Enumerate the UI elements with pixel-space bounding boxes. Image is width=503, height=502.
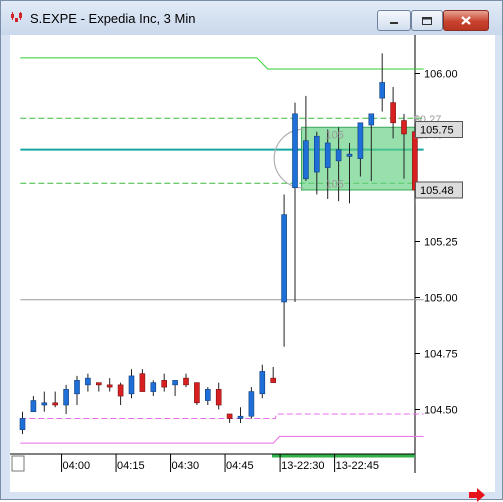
candle-body-17 (205, 389, 211, 401)
candle-body-15 (183, 377, 189, 386)
candle-body-22 (259, 371, 266, 395)
candle-body-10 (128, 375, 135, 395)
candle-body-11 (139, 373, 146, 392)
candle-body-34 (390, 102, 396, 124)
chart-window: S.EXPE - Expedia Inc, 3 Min 105105$0.27.… (0, 0, 503, 502)
candle-body-30 (346, 153, 353, 157)
candle-body-31 (357, 122, 364, 159)
candle-body-5 (74, 380, 80, 395)
x-tick-label-1: 04:15 (117, 460, 145, 472)
candle-body-29 (335, 149, 342, 162)
chart-area[interactable]: 105105$0.27.26 % 106.00105.25105.00104.7… (10, 35, 495, 502)
candlestick-chart[interactable]: 105105$0.27.26 % 106.00105.25105.00104.7… (10, 35, 495, 492)
candle-body-24 (281, 214, 287, 303)
candle-body-19 (226, 413, 233, 419)
candle-body-16 (194, 382, 200, 404)
reference-lines (20, 57, 424, 444)
candle-body-32 (368, 113, 375, 126)
pink-line (20, 435, 424, 444)
close-button[interactable] (443, 10, 489, 31)
candle-body-7 (96, 382, 102, 386)
x-tick-label-5: 13-22:45 (336, 460, 379, 472)
candles (19, 53, 418, 435)
x-tick-label-3: 04:45 (226, 460, 254, 472)
candle-body-6 (85, 377, 91, 386)
candlestick-app-icon (11, 12, 22, 22)
candle-body-14 (172, 380, 178, 386)
candle-body-20 (237, 415, 244, 419)
candle-body-12 (150, 382, 157, 392)
candle-body-27 (313, 135, 320, 173)
pink-dashed-line (20, 413, 424, 419)
y-tick-label-3: 105.25 (424, 237, 458, 249)
price-marker-label-1: 105.48 (420, 185, 454, 197)
candle-body-28 (324, 142, 331, 168)
x-tick-label-0: 04:00 (63, 460, 91, 472)
candle-body-33 (379, 82, 386, 99)
price-marker-label-0: 105.75 (420, 125, 454, 137)
close-icon (461, 16, 471, 25)
candle-body-9 (117, 384, 124, 397)
candle-body-3 (52, 402, 59, 406)
candle-body-18 (215, 389, 222, 406)
candle-body-1 (30, 400, 37, 413)
candle-body-13 (161, 380, 167, 388)
y-tick-label-5: 104.75 (424, 349, 458, 361)
candle-body-35 (401, 120, 407, 135)
window-title: S.EXPE - Expedia Inc, 3 Min (30, 11, 196, 26)
maximize-icon (422, 16, 432, 25)
maximize-button[interactable] (411, 10, 443, 31)
y-tick-label-0: 106.00 (424, 69, 458, 81)
upper-green-line (20, 57, 424, 70)
candle-body-23 (270, 377, 277, 383)
y-tick-label-4: 105.00 (424, 293, 458, 305)
candle-body-21 (248, 391, 255, 417)
minimize-button[interactable] (377, 10, 411, 31)
candle-body-25 (292, 113, 298, 189)
candle-body-8 (106, 384, 113, 388)
title-bar[interactable]: S.EXPE - Expedia Inc, 3 Min (1, 1, 502, 35)
minimize-icon (390, 21, 398, 24)
y-tick-label-6: 104.50 (424, 405, 458, 417)
x-tick-label-4: 13-22:30 (281, 460, 324, 472)
candle-body-4 (63, 389, 69, 406)
candle-body-0 (19, 418, 26, 430)
x-tick-label-2: 04:30 (172, 460, 200, 472)
candle-body-2 (41, 402, 48, 406)
region-label-1: 105 (326, 129, 344, 141)
region-label-0: 105 (326, 179, 344, 191)
highlight-arc (273, 128, 304, 189)
candle-body-26 (303, 140, 309, 180)
